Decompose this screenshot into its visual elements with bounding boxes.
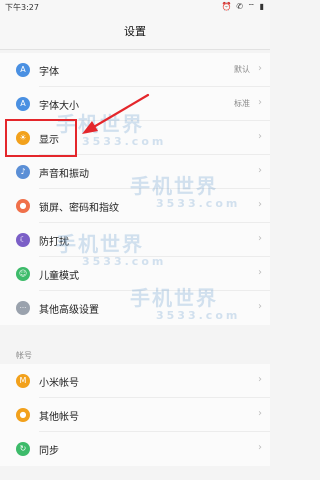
font-icon: A	[16, 63, 30, 77]
chevron-right-icon: ›	[258, 97, 262, 108]
settings-item-label: 锁屏、密码和指纹	[39, 203, 119, 214]
sound-icon: ♪	[16, 165, 30, 179]
settings-item-label: 小米帐号	[39, 378, 79, 389]
chevron-right-icon: ›	[258, 233, 262, 244]
settings-item-label: 同步	[39, 446, 59, 457]
settings-item-label: 声音和振动	[39, 169, 89, 180]
settings-item-sync[interactable]: ↻ 同步 ›	[0, 432, 270, 466]
settings-item-mi-account[interactable]: M 小米帐号 ›	[0, 364, 270, 398]
settings-item-font[interactable]: A 字体 默认 ›	[0, 53, 270, 87]
settings-item-value: 标准	[234, 99, 250, 108]
settings-item-advanced[interactable]: ··· 其他高级设置 ›	[0, 291, 270, 325]
chevron-right-icon: ›	[258, 199, 262, 210]
settings-group-accounts: M 小米帐号 › ● 其他帐号 › ↻ 同步 ›	[0, 364, 270, 466]
settings-item-other-accounts[interactable]: ● 其他帐号 ›	[0, 398, 270, 432]
settings-item-label: 其他帐号	[39, 412, 79, 423]
other-account-icon: ●	[16, 408, 30, 422]
settings-group-general: A 字体 默认 › A 字体大小 标准 › ☀ 显示 › ♪ 声音和振动 › ●…	[0, 53, 270, 325]
chevron-right-icon: ›	[258, 131, 262, 142]
kids-mode-icon: ☺	[16, 267, 30, 281]
settings-item-do-not-disturb[interactable]: ☾ 防打扰 ›	[0, 223, 270, 257]
lock-icon: ●	[16, 199, 30, 213]
chevron-right-icon: ›	[258, 63, 262, 74]
status-icons: ⏰ ✆ ⌔ ▮	[221, 2, 265, 11]
font-size-icon: A	[16, 97, 30, 111]
mi-account-icon: M	[16, 374, 30, 388]
settings-item-font-size[interactable]: A 字体大小 标准 ›	[0, 87, 270, 121]
settings-item-kids-mode[interactable]: ☺ 儿童模式 ›	[0, 257, 270, 291]
sync-icon: ↻	[16, 442, 30, 456]
chevron-right-icon: ›	[258, 301, 262, 312]
status-bar: 下午3:27 ⏰ ✆ ⌔ ▮	[0, 0, 270, 14]
settings-item-label: 其他高级设置	[39, 305, 99, 316]
chevron-right-icon: ›	[258, 165, 262, 176]
chevron-right-icon: ›	[258, 442, 262, 453]
chevron-right-icon: ›	[258, 374, 262, 385]
settings-item-lock[interactable]: ● 锁屏、密码和指纹 ›	[0, 189, 270, 223]
chevron-right-icon: ›	[258, 408, 262, 419]
chevron-right-icon: ›	[258, 267, 262, 278]
settings-item-label: 儿童模式	[39, 271, 79, 282]
highlight-box	[5, 119, 77, 157]
settings-item-value: 默认	[234, 65, 250, 74]
do-not-disturb-icon: ☾	[16, 233, 30, 247]
settings-item-label: 字体大小	[39, 101, 79, 112]
settings-item-sound[interactable]: ♪ 声音和振动 ›	[0, 155, 270, 189]
status-time: 下午3:27	[5, 3, 39, 12]
settings-item-label: 字体	[39, 67, 59, 78]
more-settings-icon: ···	[16, 301, 30, 315]
page-title: 设置	[124, 25, 146, 38]
title-bar: 设置	[0, 14, 270, 50]
section-header-accounts: 帐号	[16, 351, 32, 360]
settings-item-label: 防打扰	[39, 237, 69, 248]
